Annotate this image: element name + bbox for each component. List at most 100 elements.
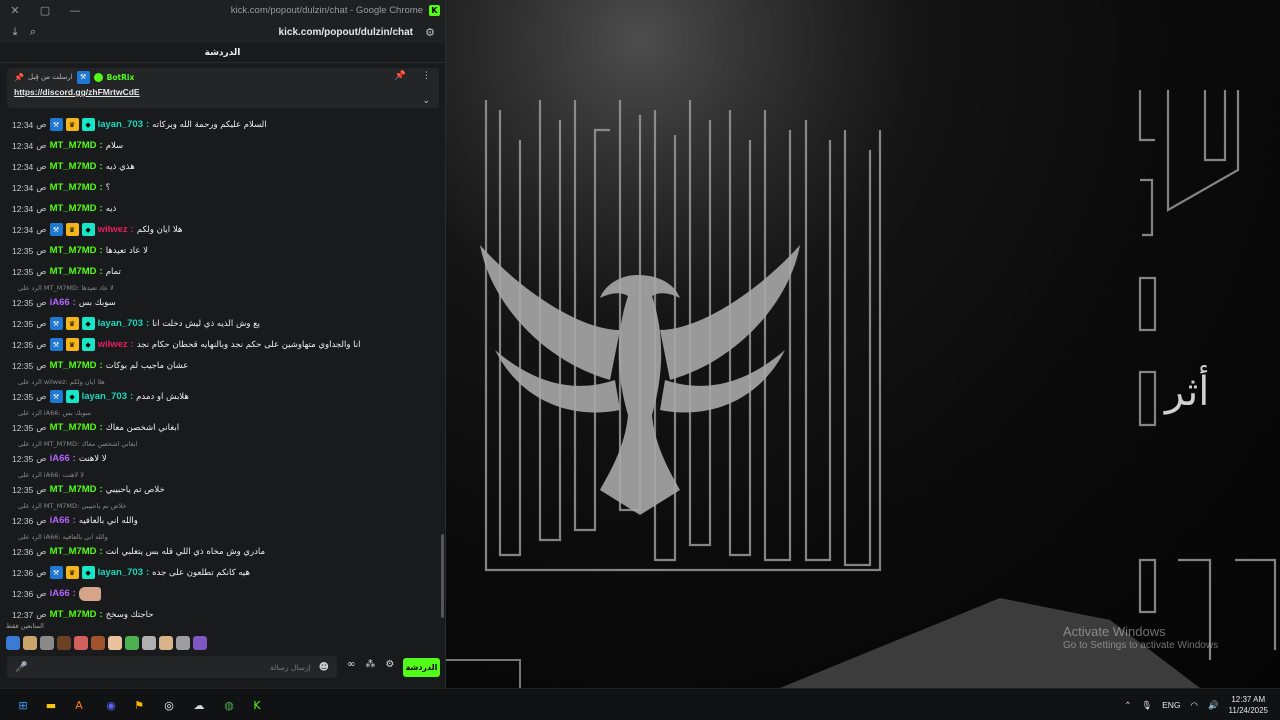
emote-icon[interactable] <box>91 636 105 650</box>
message-username[interactable]: MT_M7MD <box>50 484 97 495</box>
moderator-badge-icon[interactable]: ⚒ <box>49 317 63 330</box>
subscriber-badge-icon[interactable]: ◆ <box>65 390 79 403</box>
kick-icon[interactable]: K <box>246 694 268 716</box>
pinned-bot-name[interactable]: BotRix <box>107 73 135 82</box>
discord-icon[interactable]: ◉ <box>100 694 122 716</box>
unpin-icon[interactable]: 📌 <box>395 71 406 81</box>
chevron-up-icon[interactable]: ⌃ <box>1124 700 1131 711</box>
crown-badge-icon[interactable]: ♛ <box>65 338 79 351</box>
chat-message[interactable]: 12:37 ص MT_M7MD: حاجتك وسخخ <box>0 604 438 620</box>
moderator-badge-icon[interactable]: ⚒ <box>49 566 63 579</box>
chat-message[interactable]: 12:35 ص MT_M7MD: تمام <box>0 261 438 282</box>
emote-icon[interactable] <box>74 636 88 650</box>
emoji-icon[interactable]: ☻ <box>319 662 329 673</box>
minimize-icon[interactable]: — <box>60 0 90 21</box>
close-icon[interactable]: ✕ <box>0 0 30 21</box>
chat-message[interactable]: 12:34 ص MT_M7MD: هذي ذيه <box>0 156 438 177</box>
emote-icon[interactable] <box>142 636 156 650</box>
start-button[interactable]: ⊞ <box>12 694 34 716</box>
chat-scrollbar[interactable] <box>440 114 445 620</box>
message-username[interactable]: MT_M7MD <box>50 182 97 193</box>
message-username[interactable]: wilwez <box>98 224 128 235</box>
chat-message[interactable]: 12:35 ص MT_M7MD: عشان ماجيب لم بوكات <box>0 355 438 376</box>
chat-message[interactable]: 12:34 ص MT_M7MD: سلام <box>0 135 438 156</box>
emote-icon[interactable] <box>125 636 139 650</box>
message-username[interactable]: MT_M7MD <box>50 546 97 557</box>
crown-badge-icon[interactable]: ♛ <box>65 118 79 131</box>
message-username[interactable]: layan_703 <box>98 119 143 130</box>
message-username[interactable]: MT_M7MD <box>50 422 97 433</box>
chat-message[interactable]: الرد على MT_M7MD: لا عاد تعيدها 12:35 ص iA6… <box>0 282 438 313</box>
message-username[interactable]: iA66 <box>50 588 70 599</box>
emote-icon[interactable] <box>193 636 207 650</box>
users-icon[interactable]: ⁂ <box>365 659 375 670</box>
message-username[interactable]: MT_M7MD <box>50 203 97 214</box>
subscriber-badge-icon[interactable]: ◆ <box>81 338 95 351</box>
chat-message[interactable]: 12:34 ص MT_M7MD: ؟ <box>0 177 438 198</box>
app-icon-c[interactable]: ☁ <box>188 694 210 716</box>
reply-reference[interactable]: الرد على iA66: لا لاهنت <box>12 469 438 479</box>
microphone-icon[interactable]: 🎤 <box>15 662 27 673</box>
chat-message[interactable]: 12:36 ص iA66: <box>0 583 438 604</box>
gear-icon[interactable]: ⚙ <box>385 659 394 670</box>
moderator-badge-icon[interactable]: ⚒ <box>49 223 63 236</box>
subscriber-badge-icon[interactable]: ◆ <box>81 566 95 579</box>
app-icon-b[interactable]: ⚑ <box>128 694 150 716</box>
download-icon[interactable]: ⤓ <box>6 23 24 41</box>
chat-message[interactable]: الرد على iA66: لا لاهنت 12:35 ص MT_M7MD: خلا… <box>0 469 438 500</box>
moderator-badge-icon[interactable]: ⚒ <box>49 338 63 351</box>
clock[interactable]: 12:37 AM 11/24/2025 <box>1229 694 1268 716</box>
microphone-tray-icon[interactable]: 🎙 <box>1141 700 1152 711</box>
chat-message[interactable]: 12:34 ص ⚒ ♛ ◆ wilwez: هلا ايان ولكم <box>0 219 438 240</box>
chat-message[interactable]: 12:34 ص ⚒ ♛ ◆ layan_703: السلام عليكم ورحمة ال… <box>0 114 438 135</box>
chat-message[interactable]: 12:36 ص ⚒ ♛ ◆ layan_703: هيه كانكم تطلعون على … <box>0 562 438 583</box>
message-username[interactable]: MT_M7MD <box>50 161 97 172</box>
chat-message[interactable]: الرد على iA66: سوبك بس 12:35 ص MT_M7MD: ابغا… <box>0 407 438 438</box>
speaker-icon[interactable]: 🔊 <box>1208 700 1219 711</box>
reply-reference[interactable]: الرد على MT_M7MD: خلاص تم ياحبيبي <box>12 500 438 510</box>
chat-message[interactable]: الرد على MT_M7MD: خلاص تم ياحبيبي 12:36 ص i… <box>0 500 438 531</box>
reply-reference[interactable]: الرد على MT_M7MD: لا عاد تعيدها <box>12 282 438 292</box>
zoom-icon[interactable]: ⌕ <box>24 23 42 41</box>
emote-icon[interactable] <box>176 636 190 650</box>
message-username[interactable]: iA66 <box>50 515 70 526</box>
file-explorer-icon[interactable]: ▬ <box>40 694 62 716</box>
crown-badge-icon[interactable]: ♛ <box>65 223 79 236</box>
more-options-icon[interactable]: ⋮ <box>422 71 431 81</box>
chat-message[interactable]: 12:34 ص MT_M7MD: ذيه <box>0 198 438 219</box>
message-username[interactable]: wilwez <box>98 339 128 350</box>
pinned-link[interactable]: https://discord.gg/zhFMrtwCdE <box>14 87 432 97</box>
chat-input[interactable]: 🎤 إرسال رسالة ☻ <box>7 656 337 678</box>
reply-reference[interactable]: الرد على MT_M7MD: ابغاني اشخصن معاك <box>12 438 438 448</box>
message-username[interactable]: iA66 <box>50 297 70 308</box>
message-username[interactable]: MT_M7MD <box>50 360 97 371</box>
subscriber-badge-icon[interactable]: ◆ <box>81 223 95 236</box>
emote-icon[interactable] <box>108 636 122 650</box>
subscriber-badge-icon[interactable]: ◆ <box>81 317 95 330</box>
reply-reference[interactable]: الرد على iA66: والله اني بالعافيه <box>12 531 438 541</box>
maximize-icon[interactable]: ▢ <box>30 0 60 21</box>
infinity-icon[interactable]: ∞ <box>347 659 355 670</box>
message-username[interactable]: layan_703 <box>82 391 127 402</box>
reply-reference[interactable]: الرد على wilwez: هلا ايان ولكم <box>12 376 438 386</box>
emote-icon[interactable] <box>159 636 173 650</box>
chat-message[interactable]: الرد على wilwez: هلا ايان ولكم 12:35 ص ⚒ ◆ la… <box>0 376 438 407</box>
language-indicator[interactable]: ENG <box>1162 700 1180 710</box>
emote-icon[interactable] <box>6 636 20 650</box>
chat-message[interactable]: 12:35 ص ⚒ ♛ ◆ layan_703: يع وش الذيه ذي ليش دخ… <box>0 313 438 334</box>
message-username[interactable]: MT_M7MD <box>50 140 97 151</box>
message-username[interactable]: MT_M7MD <box>50 609 97 620</box>
chevron-down-icon[interactable]: ⌄ <box>422 96 430 106</box>
message-username[interactable]: MT_M7MD <box>50 266 97 277</box>
chat-message[interactable]: الرد على iA66: والله اني بالعافيه 12:36 ص M… <box>0 531 438 562</box>
message-username[interactable]: layan_703 <box>98 318 143 329</box>
moderator-badge-icon[interactable]: ⚒ <box>49 118 63 131</box>
scroll-thumb[interactable] <box>441 534 444 618</box>
send-chat-button[interactable]: الدردشة <box>403 658 440 677</box>
emote-icon[interactable] <box>57 636 71 650</box>
crown-badge-icon[interactable]: ♛ <box>65 566 79 579</box>
site-settings-icon[interactable]: ⚙ <box>421 23 439 41</box>
chat-input-placeholder[interactable]: إرسال رسالة <box>27 663 318 672</box>
emote-icon[interactable] <box>40 636 54 650</box>
crown-badge-icon[interactable]: ♛ <box>65 317 79 330</box>
